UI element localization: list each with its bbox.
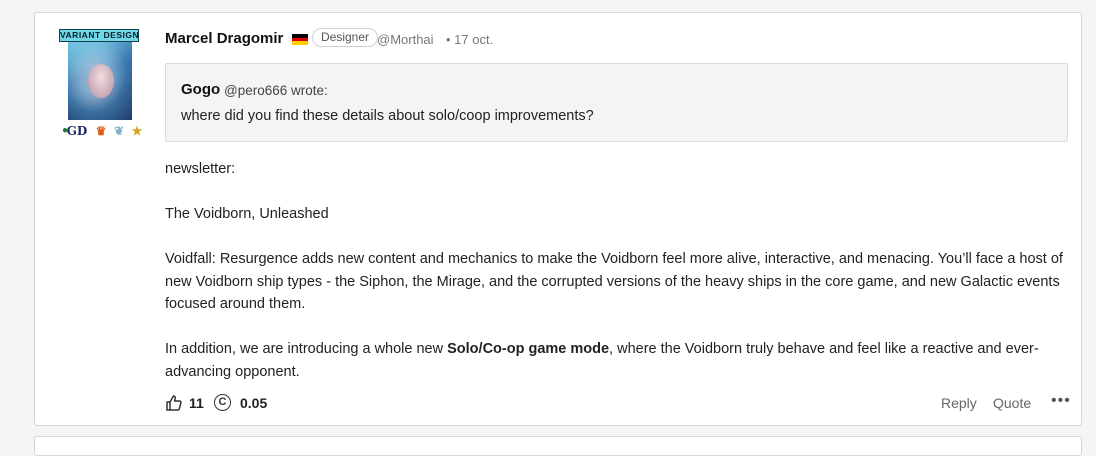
quoted-post: Gogo @pero666 wrote: where did you find …: [165, 63, 1068, 142]
user-badges: ● GD ♛ ❦ ★: [59, 123, 149, 141]
quoted-user[interactable]: Gogo: [181, 81, 220, 98]
like-count: 11: [189, 395, 204, 411]
quoted-text: where did you find these details about s…: [181, 108, 594, 124]
para2-bold: Solo/Co-op game mode: [447, 341, 610, 357]
author-handle[interactable]: @Morthai: [377, 32, 434, 47]
body-line-heading: The Voidborn, Unleashed: [165, 206, 329, 222]
avatar-face: [88, 64, 114, 98]
coin-count: 0.05: [240, 395, 268, 411]
role-badge: Designer: [312, 28, 379, 47]
more-options-icon[interactable]: •••: [1051, 392, 1071, 410]
body-line-newsletter: newsletter:: [165, 161, 236, 177]
like-icon[interactable]: [165, 394, 183, 412]
avatar[interactable]: [68, 42, 132, 120]
germany-flag-icon: [292, 34, 308, 45]
forum-post: VARIANT DESIGN ● GD ♛ ❦ ★ Marcel Dragomi…: [34, 12, 1082, 426]
author-name[interactable]: Marcel Dragomir: [165, 30, 283, 47]
body-paragraph-2: In addition, we are introducing a whole …: [165, 338, 1065, 383]
quote-button[interactable]: Quote: [993, 395, 1031, 411]
star-badge-icon[interactable]: ★: [129, 123, 145, 139]
gd-badge-icon[interactable]: GD: [63, 123, 91, 139]
coin-icon[interactable]: C: [214, 394, 231, 411]
para2-prefix: In addition, we are introducing a whole …: [165, 341, 448, 357]
quoted-handle: @pero666 wrote:: [224, 83, 328, 98]
next-post: [34, 436, 1082, 456]
body-paragraph-1: Voidfall: Resurgence adds new content an…: [165, 251, 1063, 312]
post-date[interactable]: • 17 oct.: [446, 32, 493, 47]
post-date-text: 17 oct.: [454, 32, 494, 47]
feather-badge-icon[interactable]: ❦: [111, 123, 127, 139]
reply-button[interactable]: Reply: [941, 395, 977, 411]
variant-design-badge: VARIANT DESIGN: [59, 29, 139, 42]
crown-badge-icon[interactable]: ♛: [93, 123, 109, 139]
